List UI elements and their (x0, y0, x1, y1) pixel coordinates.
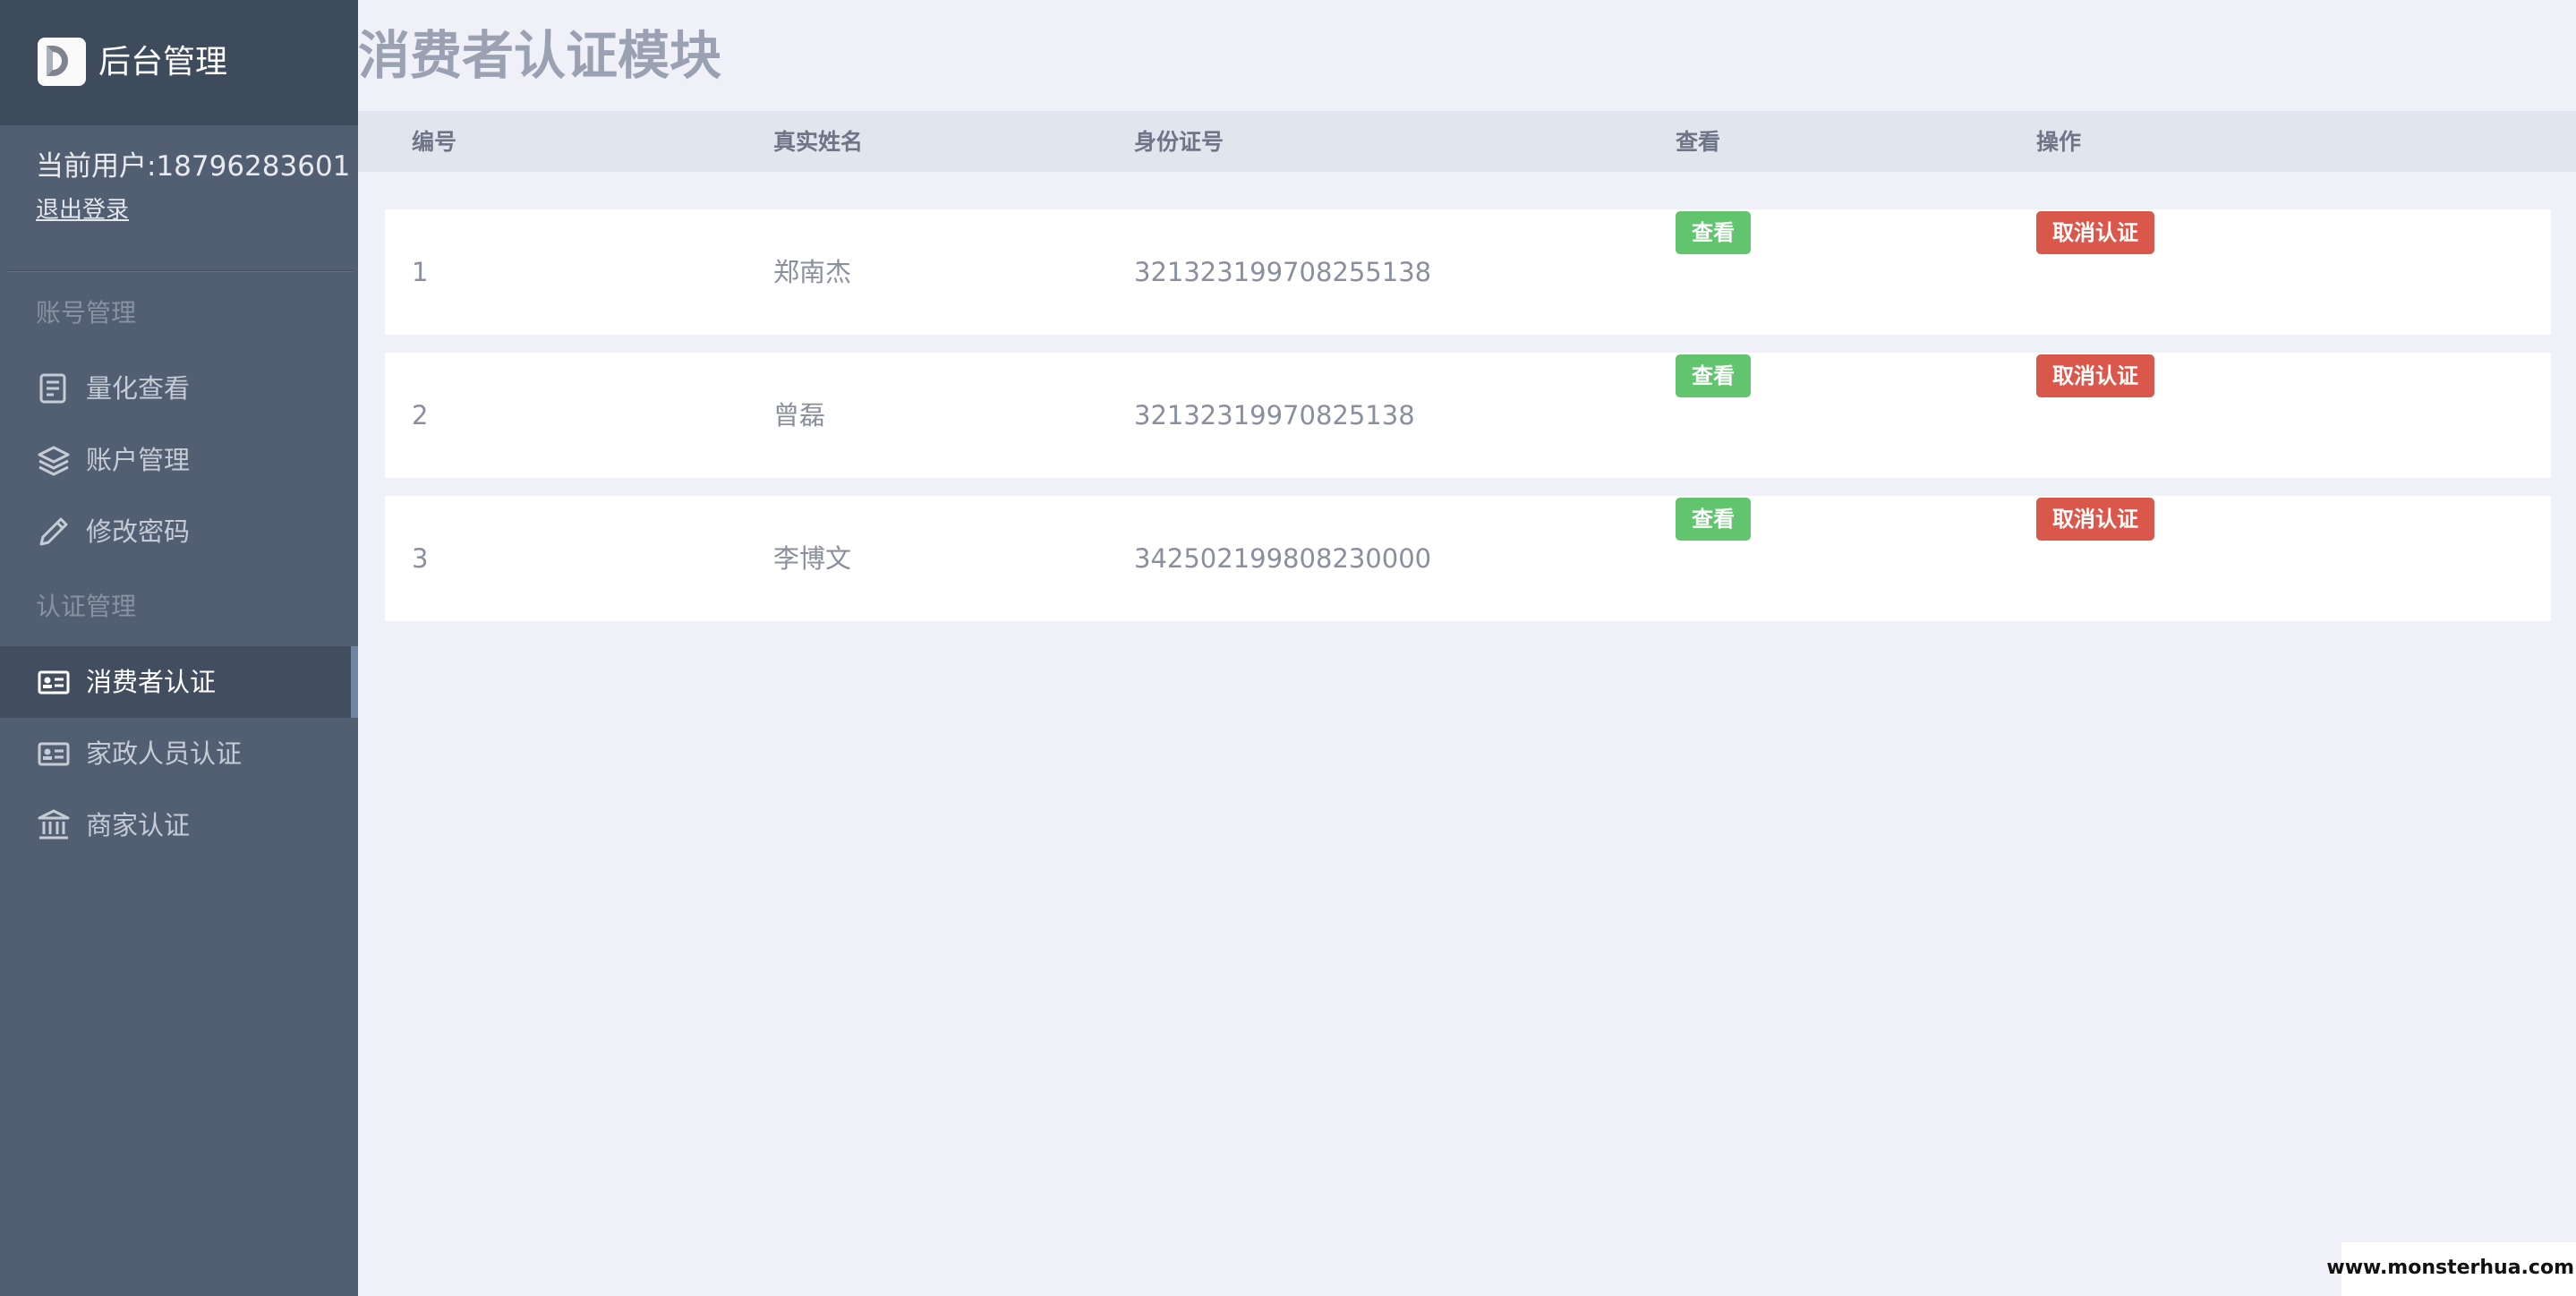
pencil-icon (36, 514, 72, 550)
column-header-name: 真实姓名 (773, 129, 864, 155)
sidebar-item-label: 家政人员认证 (86, 738, 243, 769)
brand-bar: 后台管理 (0, 0, 358, 125)
cancel-certification-button[interactable]: 取消认证 (2036, 498, 2154, 541)
watermark-text: www.monsterhua.com (2326, 1257, 2574, 1279)
table-header: 编号 真实姓名 身份证号 查看 操作 (358, 111, 2576, 172)
group-title-account: 账号管理 (36, 298, 137, 328)
sidebar-item-label: 商家认证 (86, 810, 191, 840)
sidebar-divider-highlight (7, 271, 353, 272)
logout-link[interactable]: 退出登录 (36, 192, 129, 225)
sidebar-item-consumer-cert[interactable]: 消费者认证 (0, 646, 358, 718)
sidebar-item-change-password[interactable]: 修改密码 (0, 496, 358, 567)
cell-name: 曾磊 (773, 400, 826, 431)
sidebar-item-housekeeper-cert[interactable]: 家政人员认证 (0, 718, 358, 789)
view-button[interactable]: 查看 (1676, 354, 1751, 397)
table-row: 3 李博文 342502199808230000 查看 取消认证 (385, 496, 2551, 621)
cancel-certification-button[interactable]: 取消认证 (2036, 354, 2154, 397)
cell-id: 1 (412, 257, 429, 287)
view-button[interactable]: 查看 (1676, 498, 1751, 541)
column-header-id-number: 身份证号 (1134, 129, 1224, 155)
user-info: 当前用户:18796283601 退出登录 (36, 147, 351, 225)
watermark: www.monsterhua.com (2326, 1242, 2576, 1296)
cell-id-number: 321323199708255138 (1134, 257, 1432, 287)
column-header-view: 查看 (1676, 129, 1721, 155)
cancel-certification-button[interactable]: 取消认证 (2036, 211, 2154, 254)
sidebar: 后台管理 当前用户:18796283601 退出登录 账号管理 量化查看 账户管… (0, 0, 358, 1296)
document-list-icon (36, 371, 72, 406)
current-user-label: 当前用户:18796283601 (36, 150, 351, 183)
sidebar-item-label: 消费者认证 (86, 667, 217, 697)
cell-id-number: 32132319970825138 (1134, 400, 1415, 431)
cell-id-number: 342502199808230000 (1134, 543, 1432, 574)
layers-icon (36, 442, 72, 478)
page-title: 消费者认证模块 (358, 25, 722, 86)
id-card-icon (36, 736, 72, 772)
id-card-icon (36, 664, 72, 700)
cell-name: 李博文 (773, 543, 852, 574)
view-button[interactable]: 查看 (1676, 211, 1751, 254)
table-row: 1 郑南杰 321323199708255138 查看 取消认证 (385, 209, 2551, 335)
column-header-id: 编号 (412, 129, 457, 155)
cell-id: 2 (412, 400, 429, 431)
d-logo-icon (38, 38, 86, 86)
active-indicator (351, 646, 358, 718)
sidebar-item-label: 修改密码 (86, 516, 191, 547)
column-header-action: 操作 (2036, 129, 2082, 155)
cell-name: 郑南杰 (773, 257, 852, 287)
table-row: 2 曾磊 32132319970825138 查看 取消认证 (385, 353, 2551, 478)
sidebar-item-merchant-cert[interactable]: 商家认证 (0, 789, 358, 861)
group-title-certification: 认证管理 (36, 592, 137, 621)
brand-title: 后台管理 (98, 44, 228, 81)
sidebar-item-label: 账户管理 (86, 445, 191, 475)
sidebar-item-accounts[interactable]: 账户管理 (0, 424, 358, 496)
sidebar-item-quantify[interactable]: 量化查看 (0, 353, 358, 424)
bank-icon (36, 807, 72, 843)
cell-id: 3 (412, 543, 429, 574)
sidebar-item-label: 量化查看 (86, 373, 191, 404)
